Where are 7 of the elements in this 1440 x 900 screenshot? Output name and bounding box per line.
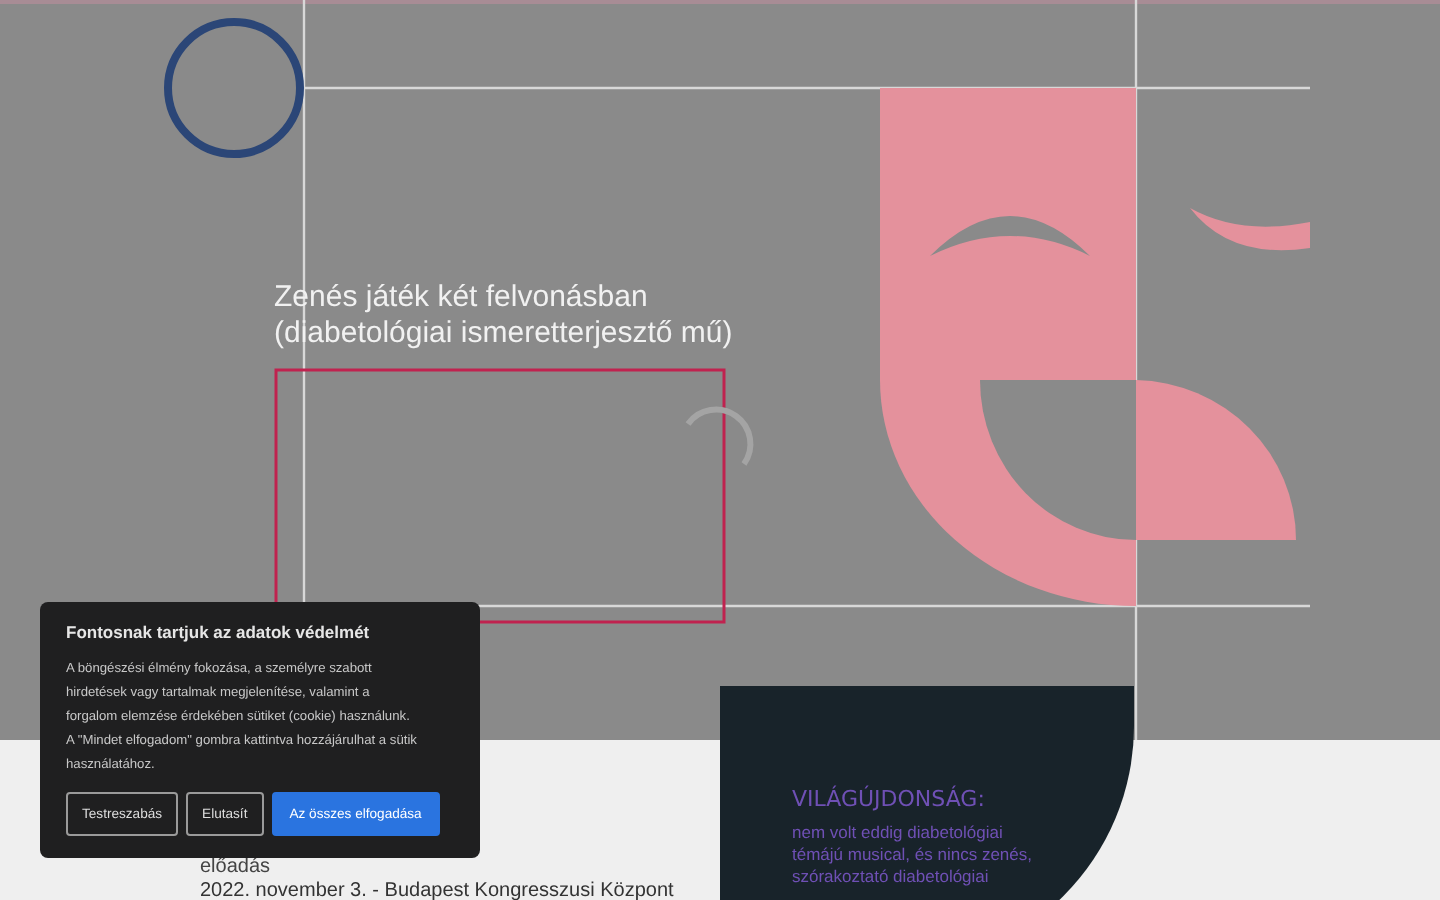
dialog-title: Fontosnak tartjuk az adatok védelmét: [66, 622, 372, 642]
feature-text: nem volt eddig diabetológiai témájú musical, és nincs zenés, szórakoztató diabetológiai: [792, 822, 1034, 888]
event-date: 2022. november 3. - Budapest Kongresszusi Központ: [200, 880, 674, 900]
feature-heading: VILÁGÚJDONSÁG:: [792, 786, 987, 812]
ring-icon: [164, 18, 304, 158]
event-label: előadás: [200, 856, 273, 878]
loading-spinner-icon: [685, 406, 754, 466]
